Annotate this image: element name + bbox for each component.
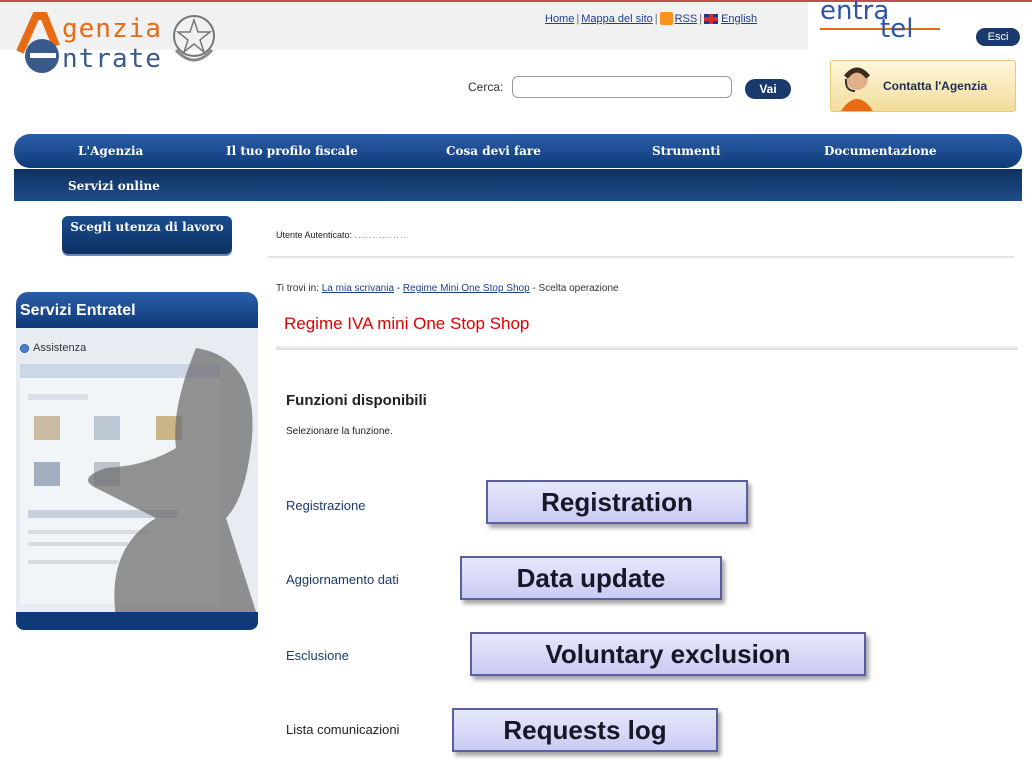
contact-agency-button[interactable]: Contatta l'Agenzia	[830, 60, 1016, 112]
functions-heading: Funzioni disponibili	[286, 392, 427, 409]
sitemap-link[interactable]: Mappa del sito	[581, 13, 653, 25]
function-registrazione-link[interactable]: Registrazione	[286, 498, 366, 513]
choose-workspace-button[interactable]: Scegli utenza di lavoro	[62, 216, 232, 254]
sub-navigation: Servizi online	[14, 169, 1022, 201]
subnav-item-servizi-online[interactable]: Servizi online	[68, 179, 160, 193]
rss-icon[interactable]	[659, 12, 673, 25]
logo-word-entrate: ntrate	[62, 44, 162, 74]
functions-instruction: Selezionare la funzione.	[286, 426, 393, 437]
search-input[interactable]	[512, 76, 732, 98]
breadcrumb-separator: -	[529, 283, 539, 294]
authenticated-user: Utente Autenticato: ...............	[276, 230, 407, 240]
entratel-word-2: tel	[880, 14, 914, 44]
assistance-bullet-icon	[20, 343, 29, 353]
breadcrumb-prefix: Ti trovi in:	[276, 283, 319, 294]
logo-word-agenzia: genzia	[62, 14, 162, 44]
breadcrumb-separator: -	[394, 283, 403, 294]
search-submit-button[interactable]: Vai	[745, 79, 791, 99]
entratel-word-1: entra	[820, 0, 890, 26]
assistance-link[interactable]: Assistenza	[20, 342, 86, 354]
nav-item-cosa-devi-fare[interactable]: Cosa devi fare	[446, 144, 541, 158]
nav-item-strumenti[interactable]: Strumenti	[652, 144, 720, 158]
exit-button[interactable]: Esci	[976, 28, 1020, 46]
authenticated-user-label: Utente Autenticato:	[276, 230, 353, 240]
sidebar-body: Assistenza	[16, 328, 258, 612]
operator-headset-icon	[841, 67, 873, 111]
link-separator: |	[699, 12, 703, 25]
uk-flag-icon[interactable]	[704, 13, 719, 24]
callout-data-update: Data update	[460, 556, 722, 600]
rss-link[interactable]: RSS	[675, 13, 698, 25]
republic-seal-icon	[173, 15, 215, 62]
main-navigation: L'Agenzia Il tuo profilo fiscale Cosa de…	[14, 134, 1022, 168]
function-esclusione-link[interactable]: Esclusione	[286, 648, 349, 663]
breadcrumb-current: Scelta operazione	[538, 283, 619, 294]
sidebar-footer	[16, 612, 258, 630]
sidebar-entratel: Servizi Entratel Assistenza	[16, 292, 258, 638]
divider	[268, 256, 1014, 258]
page-title: Regime IVA mini One Stop Shop	[284, 314, 530, 333]
breadcrumb-link-moss[interactable]: Regime Mini One Stop Shop	[403, 283, 530, 294]
breadcrumb: Ti trovi in: La mia scrivania - Regime M…	[276, 283, 619, 294]
breadcrumb-link-scrivania[interactable]: La mia scrivania	[322, 283, 394, 294]
authenticated-user-value: ...............	[354, 230, 408, 240]
link-separator: |	[654, 12, 658, 25]
title-divider	[276, 346, 1018, 350]
person-silhouette-image	[88, 348, 257, 612]
link-separator: |	[576, 12, 580, 25]
callout-requests-log: Requests log	[452, 708, 718, 752]
agenzia-entrate-logo[interactable]: genzia ntrate	[8, 6, 238, 82]
sidebar-title: Servizi Entratel	[16, 292, 258, 328]
nav-item-documentazione[interactable]: Documentazione	[824, 144, 937, 158]
callout-voluntary-exclusion: Voluntary exclusion	[470, 632, 866, 676]
top-links: Home | Mappa del sito | RSS | English	[545, 12, 757, 25]
search-label: Cerca:	[468, 80, 504, 94]
contact-agency-label: Contatta l'Agenzia	[883, 79, 988, 93]
function-lista-comunicazioni-link[interactable]: Lista comunicazioni	[286, 722, 399, 737]
english-link[interactable]: English	[721, 13, 757, 25]
home-link[interactable]: Home	[545, 13, 574, 25]
callout-registration: Registration	[486, 480, 748, 524]
nav-item-profilo-fiscale[interactable]: Il tuo profilo fiscale	[226, 144, 358, 158]
assistance-label: Assistenza	[33, 342, 87, 354]
entratel-logo: entra tel	[816, 0, 956, 48]
function-aggiornamento-link[interactable]: Aggiornamento dati	[286, 572, 399, 587]
nav-item-agenzia[interactable]: L'Agenzia	[78, 144, 143, 158]
